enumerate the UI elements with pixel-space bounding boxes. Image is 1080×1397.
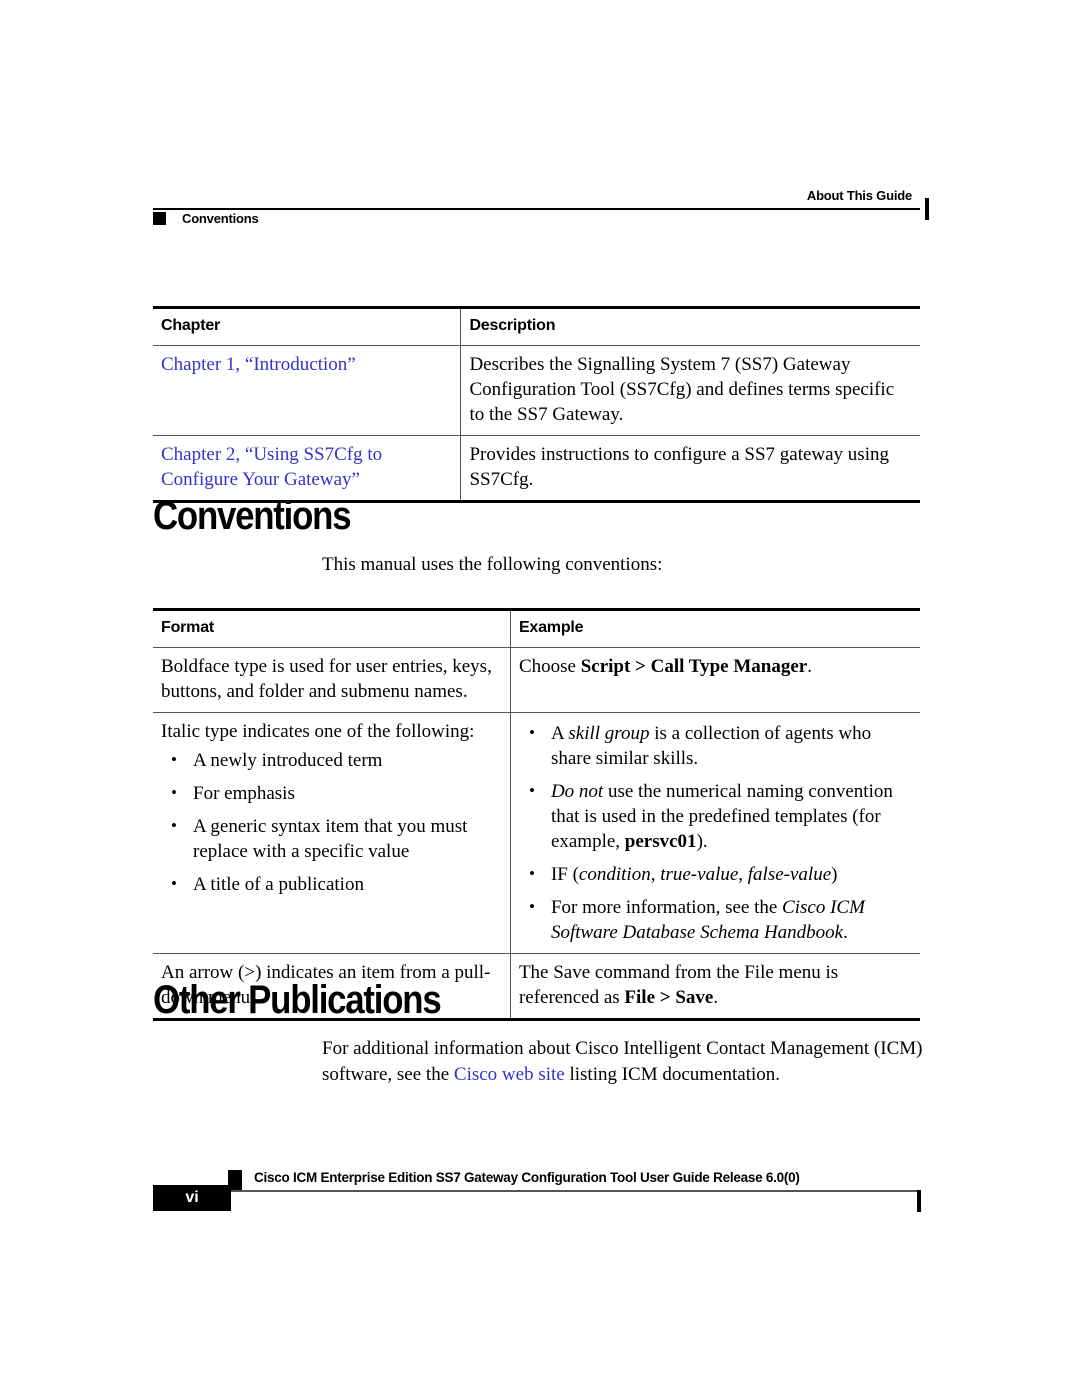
chapter-overview-table: Chapter Description Chapter 1, “Introduc… — [153, 306, 920, 503]
cell-format-description: Italic type indicates one of the followi… — [153, 712, 511, 954]
page-footer: Cisco ICM Enterprise Edition SS7 Gateway… — [153, 1165, 925, 1225]
bullet2-post: use the numerical naming convention that… — [550, 781, 893, 852]
example-bullet-list: A skill group is a collection of agents … — [519, 720, 912, 945]
bullet1-italic: skill group — [568, 723, 650, 744]
example-tail-text: . — [807, 656, 812, 677]
chapter-1-link[interactable]: Chapter 1, “Introduction” — [161, 354, 356, 375]
table-row: Boldface type is used for user entries, … — [153, 647, 920, 713]
section-marker-square-icon — [153, 212, 166, 225]
other-publications-paragraph: For additional information about Cisco I… — [322, 1036, 927, 1088]
running-head-guide-label: About This Guide — [806, 188, 912, 203]
list-item: A skill group is a collection of agents … — [519, 720, 912, 771]
running-head: About This Guide Conventions — [153, 186, 929, 230]
list-item: A title of a publication — [161, 871, 502, 897]
running-head-section-label: Conventions — [182, 211, 259, 226]
list-item: For emphasis — [161, 780, 502, 806]
page-number: vi — [185, 1189, 199, 1206]
chapter-2-link[interactable]: Chapter 2, “Using SS7Cfg to Configure Yo… — [161, 444, 382, 490]
list-item: For more information, see the Cisco ICM … — [519, 894, 912, 945]
column-header-example: Example — [509, 608, 920, 648]
cell-example: A skill group is a collection of agents … — [509, 712, 920, 954]
bullet3-pre: IF ( — [550, 864, 579, 885]
running-head-end-tick — [925, 198, 929, 220]
list-item: IF (condition, true-value, false-value) — [519, 861, 912, 887]
bullet1-pre: A — [550, 723, 569, 744]
cell-chapter-description: Describes the Signalling System 7 (SS7) … — [460, 345, 920, 436]
table-row: Chapter 1, “Introduction” Describes the … — [153, 345, 920, 436]
column-header-description: Description — [460, 306, 920, 346]
bullet3-italic-2: true-value — [660, 864, 739, 885]
bullet3-tail: ) — [831, 864, 838, 885]
column-header-chapter: Chapter — [153, 306, 461, 346]
example-tail-text: . — [713, 987, 719, 1008]
cisco-web-site-link[interactable]: Cisco web site — [454, 1064, 565, 1085]
cell-chapter-description: Provides instructions to configure a SS7… — [460, 435, 920, 503]
bullet3-sep-2: , — [738, 864, 748, 885]
bullet4-tail: . — [843, 922, 848, 943]
footer-guide-title: Cisco ICM Enterprise Edition SS7 Gateway… — [254, 1170, 800, 1185]
page-title-other-publications: Other Publications — [153, 978, 442, 1022]
table-row: Chapter 2, “Using SS7Cfg to Configure Yo… — [153, 435, 920, 503]
bullet2-bold-code: persvc01 — [624, 831, 697, 852]
list-item: A newly introduced term — [161, 747, 502, 773]
bullet4-pre: For more information, see the — [550, 897, 783, 918]
cell-format-description: Boldface type is used for user entries, … — [153, 647, 511, 713]
bullet2-italic: Do not — [550, 781, 604, 802]
cell-chapter-link[interactable]: Chapter 1, “Introduction” — [153, 345, 461, 436]
paragraph-tail-text: listing ICM documentation. — [564, 1064, 781, 1085]
cell-example: The Save command from the File menu is r… — [509, 953, 920, 1021]
footer-end-tick — [917, 1190, 921, 1212]
bullet3-italic-1: condition — [578, 864, 651, 885]
table-row: Italic type indicates one of the followi… — [153, 712, 920, 954]
table-header-row: Chapter Description — [153, 306, 920, 346]
example-bold-text: File > Save — [624, 987, 714, 1008]
bullet2-tail: ). — [696, 831, 708, 852]
footer-rule — [153, 1190, 920, 1192]
list-item: Do not use the numerical naming conventi… — [519, 778, 912, 854]
example-lead-text: Choose — [518, 656, 581, 677]
cell-chapter-link[interactable]: Chapter 2, “Using SS7Cfg to Configure Yo… — [153, 435, 461, 503]
list-item: A generic syntax item that you must repl… — [161, 813, 502, 864]
column-header-format: Format — [153, 608, 511, 648]
conventions-table: Format Example Boldface type is used for… — [153, 608, 920, 1021]
table-header-row: Format Example — [153, 608, 920, 648]
page-title-conventions: Conventions — [153, 494, 352, 538]
conventions-intro-paragraph: This manual uses the following conventio… — [322, 554, 663, 575]
format-lead-text: Italic type indicates one of the followi… — [161, 721, 475, 742]
example-bold-text: Script > Call Type Manager — [580, 656, 808, 677]
running-head-rule — [153, 208, 920, 210]
bullet3-sep-1: , — [650, 864, 661, 885]
cell-example: Choose Script > Call Type Manager. — [509, 647, 920, 713]
document-page: About This Guide Conventions Chapter Des… — [0, 0, 1080, 1397]
format-bullet-list: A newly introduced term For emphasis A g… — [161, 747, 502, 897]
bullet3-italic-3: false-value — [747, 864, 832, 885]
